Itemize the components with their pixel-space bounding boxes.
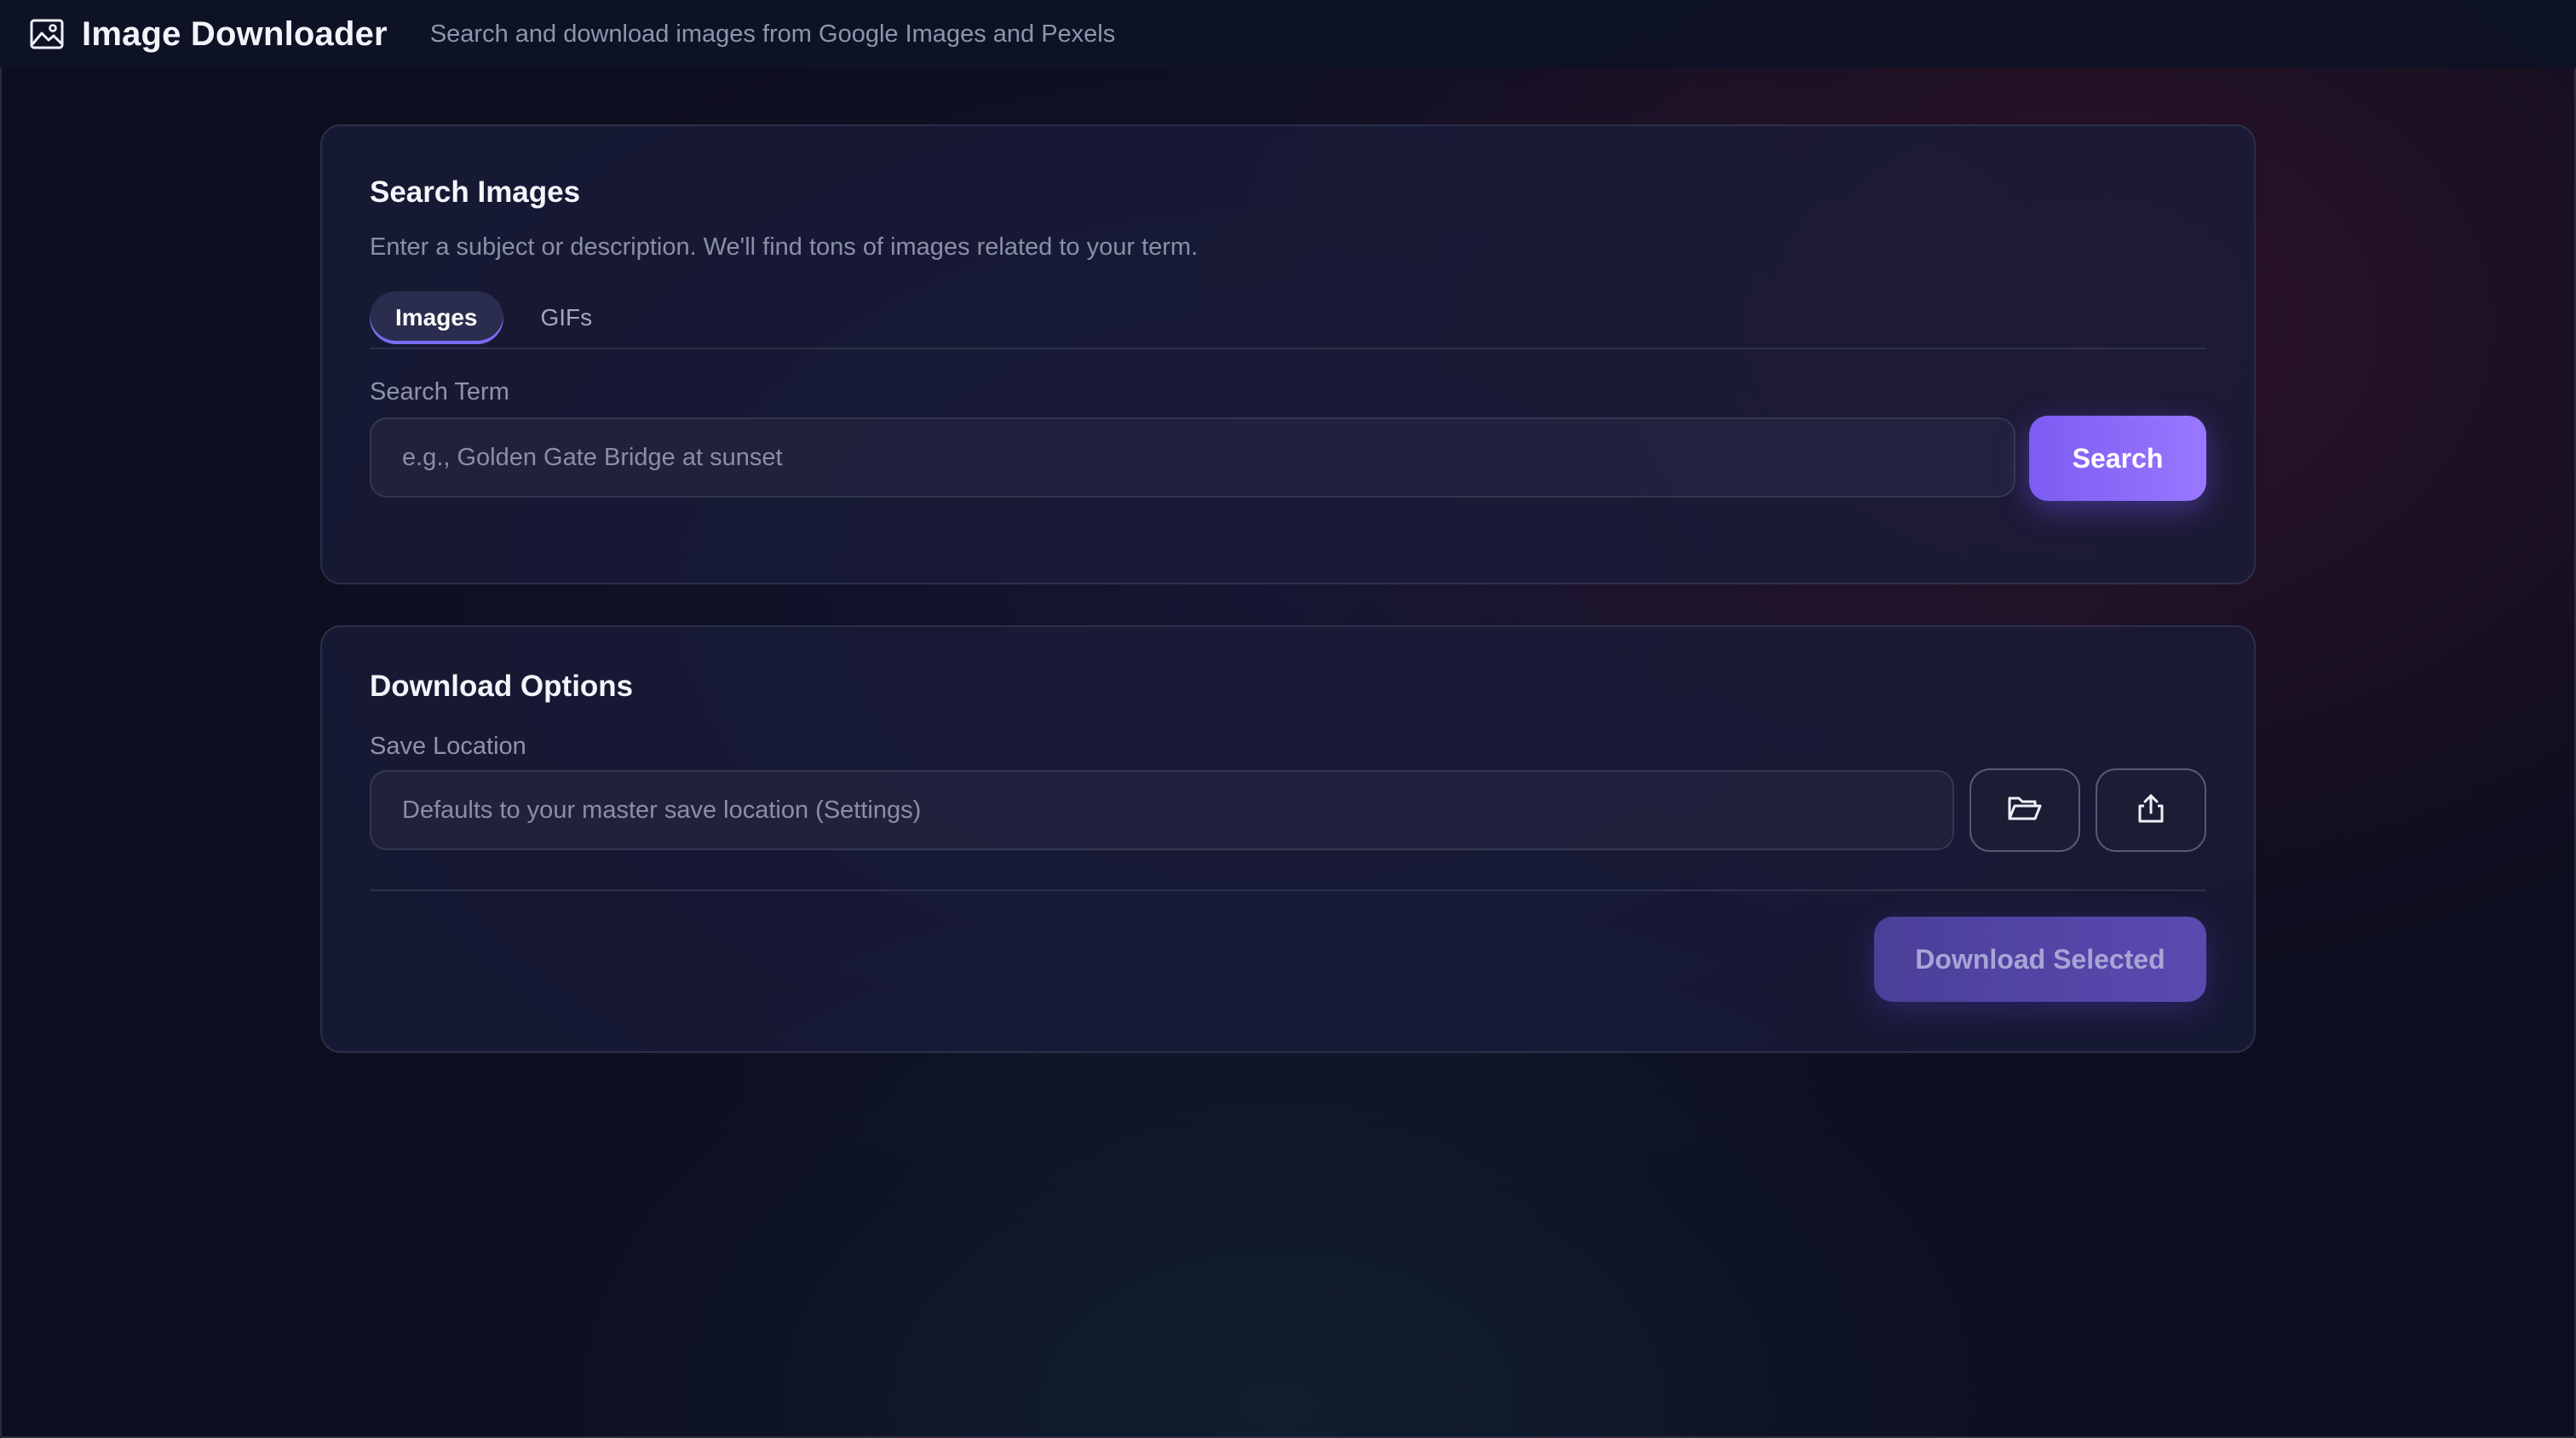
search-card-description: Enter a subject or description. We'll fi… [370,233,1199,261]
save-location-label: Save Location [370,733,526,760]
tab-images[interactable]: Images [370,291,503,344]
search-card-title: Search Images [370,175,581,209]
folder-open-icon [2007,794,2043,827]
search-term-input[interactable] [370,417,2015,498]
download-card-title: Download Options [370,670,634,703]
share-upload-icon [2136,792,2165,829]
image-icon [29,16,65,52]
download-options-card: Download Options Save Location Download … [320,625,2256,1053]
search-button[interactable]: Search [2029,416,2206,501]
download-divider [370,889,2206,891]
search-term-label: Search Term [370,378,509,406]
search-images-card: Search Images Enter a subject or descrip… [320,124,2256,584]
app-title: Image Downloader [82,14,388,53]
browse-folder-button[interactable] [1969,768,2080,852]
tab-gifs[interactable]: GIFs [515,291,618,344]
app-header: Image Downloader Search and download ima… [0,0,2576,68]
app-subtitle: Search and download images from Google I… [429,20,1116,48]
save-location-input[interactable] [370,770,1954,850]
download-selected-button[interactable]: Download Selected [1874,917,2206,1002]
media-type-tabs: Images GIFs [370,288,2206,349]
open-location-button[interactable] [2096,768,2206,852]
